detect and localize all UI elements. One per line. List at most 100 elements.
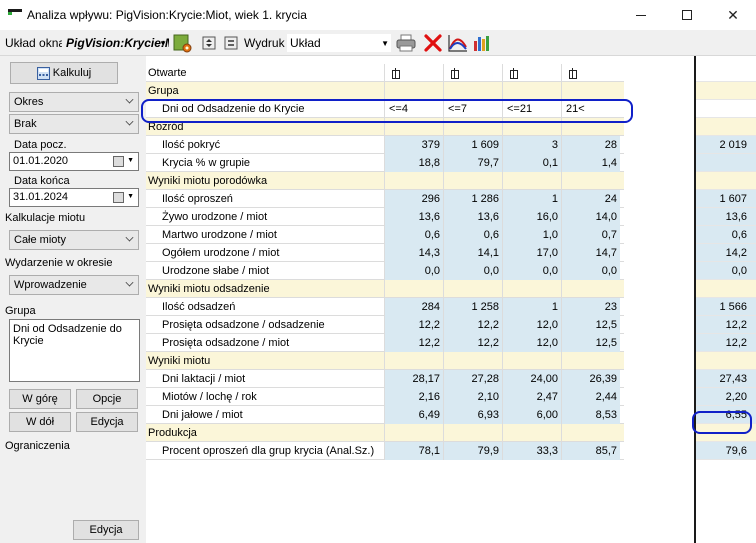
table-cell: 6,93 — [443, 406, 502, 424]
calculator-icon — [36, 66, 50, 80]
table-cell: 14,7 — [561, 244, 620, 262]
table-cell: 0,0 — [561, 262, 620, 280]
delete-icon[interactable] — [423, 33, 443, 53]
table-cell: 13,6 — [384, 208, 443, 226]
column-separator — [443, 352, 444, 370]
move-up-button[interactable]: W górę — [9, 389, 71, 409]
table-cell: 2,10 — [443, 388, 502, 406]
minimize-button[interactable] — [618, 0, 664, 30]
edit-group-label: Edycja — [90, 416, 124, 428]
minimize-icon — [636, 14, 646, 16]
calculate-button[interactable]: Kalkuluj — [10, 62, 118, 84]
total-cell — [696, 154, 756, 172]
table-cell: 14,1 — [443, 244, 502, 262]
table-cell[interactable] — [443, 64, 502, 82]
table-cell[interactable] — [384, 64, 443, 82]
period-select-value: Okres — [14, 96, 44, 108]
limits-label: Ograniczenia — [5, 440, 70, 452]
column-separator — [502, 280, 503, 298]
table-cell: 17,0 — [502, 244, 561, 262]
table-cell: 1 609 — [443, 136, 502, 154]
start-date-picker[interactable]: 01.01.2020 ▼ — [9, 152, 139, 171]
table-cell: 1 258 — [443, 298, 502, 316]
table-cell: 2,47 — [502, 388, 561, 406]
table-cell: 79,7 — [443, 154, 502, 172]
pin-icon[interactable] — [391, 67, 400, 79]
column-separator — [443, 172, 444, 190]
column-separator — [561, 172, 562, 190]
bar-chart-icon[interactable] — [472, 33, 492, 53]
row-label: Wyniki miotu — [148, 355, 211, 367]
edit-limits-label: Edycja — [89, 524, 123, 536]
collapse-icon[interactable] — [222, 33, 242, 53]
chevron-down-icon — [125, 95, 134, 104]
row-label: Żywo urodzone / miot — [162, 211, 268, 223]
table-cell: 12,2 — [384, 334, 443, 352]
settings-gear-icon[interactable] — [172, 33, 192, 53]
table-cell: 0,7 — [561, 226, 620, 244]
close-button[interactable]: ✕ — [710, 0, 756, 30]
column-separator — [384, 172, 385, 190]
row-label: Miotów / lochę / rok — [162, 391, 257, 403]
period-select[interactable]: Okres — [9, 92, 139, 112]
dropdown-arrow-icon: ▼ — [381, 39, 389, 48]
total-cell: 12,2 — [696, 316, 756, 334]
calculate-button-label: Kalkuluj — [52, 67, 92, 79]
table-cell[interactable] — [561, 64, 620, 82]
litter-calc-value: Całe mioty — [14, 234, 66, 246]
pin-icon[interactable] — [450, 67, 459, 79]
table-row: Ilość odsadzeń 284 1 258 1 23 — [146, 298, 624, 316]
none-select[interactable]: Brak — [9, 114, 139, 134]
pin-icon[interactable] — [568, 67, 577, 79]
print-layout-select[interactable]: Układ ▼ — [286, 33, 392, 53]
chevron-down-icon — [125, 233, 134, 242]
pin-icon[interactable] — [509, 67, 518, 79]
event-select[interactable]: Wprowadzenie — [9, 275, 139, 295]
group-listbox[interactable]: Dni od Odsadzenie do Krycie — [9, 319, 140, 382]
table-cell: 6,49 — [384, 406, 443, 424]
table-row: Dni laktacji / miot 28,17 27,28 24,00 26,39 — [146, 370, 624, 388]
row-label: Procent oproszeń dla grup krycia (Anal.S… — [162, 445, 375, 457]
total-cell — [696, 280, 756, 298]
column-separator — [502, 352, 503, 370]
total-cell — [696, 100, 756, 118]
table-cell: 2,16 — [384, 388, 443, 406]
layout-select[interactable]: PigVision:Krycie:M ▼ — [62, 33, 170, 53]
options-button[interactable]: Opcje — [76, 389, 138, 409]
table-cell[interactable] — [502, 64, 561, 82]
table-row: Prosięta odsadzone / miot 12,2 12,2 12,0 12,… — [146, 334, 624, 352]
title-bar: Analiza wpływu: PigVision:Krycie:Miot, w… — [0, 0, 756, 30]
expand-icon[interactable] — [200, 33, 220, 53]
group-list-item[interactable]: Dni od Odsadzenie do Krycie — [13, 323, 122, 347]
table-cell: 284 — [384, 298, 443, 316]
maximize-button[interactable] — [664, 0, 710, 30]
dropdown-arrow-icon: ▼ — [127, 157, 134, 164]
table-cell: 78,1 — [384, 442, 443, 460]
printer-icon[interactable] — [396, 33, 416, 53]
row-label: Dni jałowe / miot — [162, 409, 243, 421]
column-separator — [384, 424, 385, 442]
chart-curve-icon[interactable] — [447, 33, 467, 53]
row-label: Prosięta odsadzone / odsadzenie — [162, 319, 325, 331]
move-down-button[interactable]: W dół — [9, 412, 71, 432]
calendar-icon — [113, 192, 124, 203]
end-date-picker[interactable]: 31.01.2024 ▼ — [9, 188, 139, 207]
table-row: Otwarte — [146, 64, 624, 82]
litter-calc-select[interactable]: Całe mioty — [9, 230, 139, 250]
column-separator — [502, 172, 503, 190]
column-separator — [502, 82, 503, 100]
maximize-icon — [682, 10, 692, 20]
row-label: Ilość odsadzeń — [162, 301, 236, 313]
group-header-row: Wyniki miotu — [146, 352, 624, 370]
row-label: Urodzone słabe / miot — [162, 265, 269, 277]
table-cell: 1 — [502, 190, 561, 208]
start-date-label: Data pocz. — [14, 139, 67, 151]
edit-group-button[interactable]: Edycja — [76, 412, 138, 432]
edit-limits-button[interactable]: Edycja — [73, 520, 139, 540]
row-label: Wyniki miotu porodówka — [148, 175, 268, 187]
table-cell: 14,3 — [384, 244, 443, 262]
column-separator — [561, 424, 562, 442]
total-cell: 0,6 — [696, 226, 756, 244]
table-cell: 26,39 — [561, 370, 620, 388]
group-header-row: Grupa — [146, 82, 624, 100]
